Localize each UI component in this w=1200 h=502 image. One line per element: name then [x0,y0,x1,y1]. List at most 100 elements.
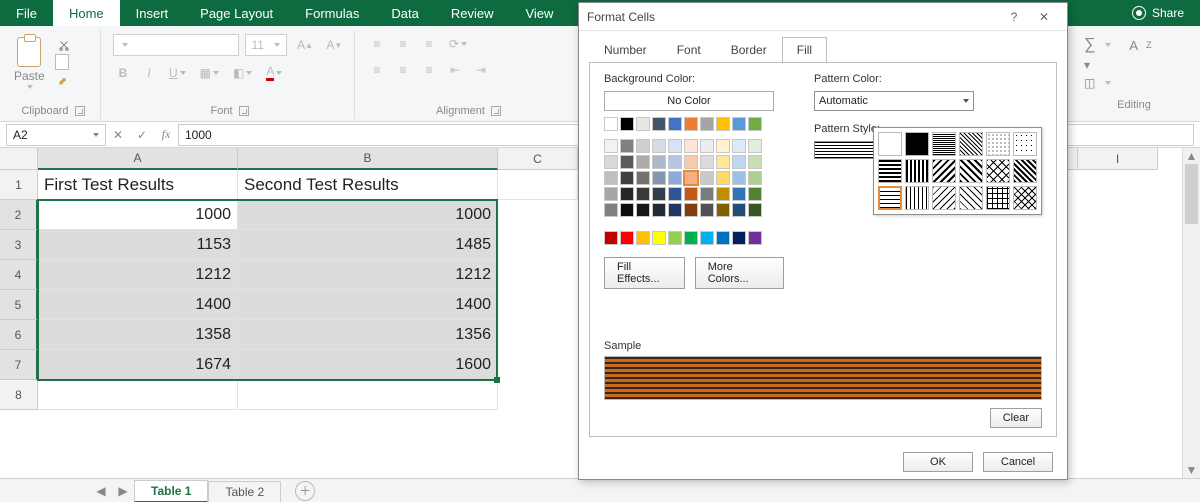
color-swatch[interactable] [604,171,618,185]
tab-view[interactable]: View [509,0,569,26]
align-middle-icon[interactable]: ≡ [393,34,413,54]
color-swatch[interactable] [732,117,746,131]
cell-a2[interactable]: 1000 [38,200,238,230]
color-swatch[interactable] [716,171,730,185]
color-swatch[interactable] [716,139,730,153]
color-swatch[interactable] [684,203,698,217]
color-swatch[interactable] [668,139,682,153]
sheet-tab-2[interactable]: Table 2 [208,481,281,502]
dlg-tab-font[interactable]: Font [662,37,716,62]
color-swatch[interactable] [700,187,714,201]
fill-button[interactable]: ▾ [1084,58,1184,72]
scroll-up-icon[interactable]: ▲ [1183,148,1200,164]
dlg-tab-border[interactable]: Border [716,37,782,62]
color-swatch[interactable] [652,155,666,169]
color-swatch[interactable] [748,203,762,217]
row-header-3[interactable]: 3 [0,230,38,260]
pattern-color-dropdown[interactable]: Automatic [814,91,974,111]
cell-a6[interactable]: 1358 [38,320,238,350]
clear-button[interactable]: Clear [990,408,1042,428]
pattern-vstripe[interactable] [905,159,929,183]
color-swatch[interactable] [748,155,762,169]
color-swatch[interactable] [668,203,682,217]
font-family-select[interactable] [113,34,239,56]
color-swatch[interactable] [636,203,650,217]
color-swatch[interactable] [620,139,634,153]
color-swatch[interactable] [668,155,682,169]
cell-b1[interactable]: Second Test Results [238,170,498,200]
cell-a8[interactable] [38,380,238,410]
cell-a3[interactable]: 1153 [38,230,238,260]
cell-a7[interactable]: 1674 [38,350,238,380]
clear-button[interactable]: ◫ [1084,76,1184,90]
row-header-4[interactable]: 4 [0,260,38,290]
cell-b6[interactable]: 1356 [238,320,498,350]
col-header-i[interactable]: I [1078,148,1158,170]
align-center-icon[interactable]: ≡ [393,60,413,80]
borders-button[interactable]: ▦ [196,63,223,83]
color-swatch[interactable] [732,155,746,169]
pattern-25gray[interactable] [959,132,983,156]
autosum-button[interactable]: ∑ AZ [1084,36,1184,54]
pattern-6gray[interactable] [1013,132,1037,156]
fill-color-button[interactable]: ◧ [229,63,256,83]
color-swatch[interactable] [716,117,730,131]
color-swatch[interactable] [620,155,634,169]
color-swatch[interactable] [732,187,746,201]
bold-button[interactable]: B [113,63,133,83]
tab-formulas[interactable]: Formulas [289,0,375,26]
color-swatch[interactable] [668,171,682,185]
cell-a4[interactable]: 1212 [38,260,238,290]
font-dialog-launcher[interactable] [239,106,249,116]
cell-b5[interactable]: 1400 [238,290,498,320]
pattern-50gray[interactable] [932,132,956,156]
color-swatch[interactable] [620,117,634,131]
standard-color-swatch[interactable] [716,231,730,245]
color-swatch[interactable] [620,171,634,185]
sheet-tab-1[interactable]: Table 1 [134,480,208,502]
copy-icon[interactable] [57,56,69,70]
cell-c1[interactable] [498,170,578,200]
dialog-titlebar[interactable]: Format Cells ? ✕ [579,3,1067,31]
color-swatch[interactable] [636,117,650,131]
select-all-corner[interactable] [0,148,38,170]
standard-color-swatch[interactable] [732,231,746,245]
row-header-6[interactable]: 6 [0,320,38,350]
color-swatch[interactable] [700,203,714,217]
pattern-rdiag[interactable] [932,159,956,183]
font-color-button[interactable]: A [262,62,286,83]
standard-color-swatch[interactable] [652,231,666,245]
cell-b3[interactable]: 1485 [238,230,498,260]
pattern-ldiag[interactable] [959,159,983,183]
row-header-1[interactable]: 1 [0,170,38,200]
standard-color-swatch[interactable] [684,231,698,245]
pattern-thin-hstripe[interactable] [878,186,902,210]
color-swatch[interactable] [684,117,698,131]
col-header-b[interactable]: B [238,148,498,170]
row-header-8[interactable]: 8 [0,380,38,410]
format-painter-icon[interactable] [57,74,71,88]
scroll-thumb[interactable] [1185,164,1198,224]
cancel-button[interactable]: Cancel [983,452,1053,472]
color-swatch[interactable] [716,187,730,201]
increase-indent-icon[interactable]: ⇥ [471,60,491,80]
color-swatch[interactable] [652,139,666,153]
color-swatch[interactable] [748,117,762,131]
formula-cancel-icon[interactable]: ✕ [106,122,130,147]
standard-color-swatch[interactable] [620,231,634,245]
row-header-5[interactable]: 5 [0,290,38,320]
more-colors-button[interactable]: More Colors... [695,257,784,289]
pattern-thin-diagcross[interactable] [1013,186,1037,210]
pattern-solid[interactable] [905,132,929,156]
cell-b2[interactable]: 1000 [238,200,498,230]
pattern-diagcross[interactable] [986,159,1010,183]
italic-button[interactable]: I [139,63,159,83]
color-swatch[interactable] [684,139,698,153]
align-right-icon[interactable]: ≡ [419,60,439,80]
sheet-nav-next[interactable]: ▶ [114,482,132,500]
color-swatch[interactable] [700,171,714,185]
color-swatch[interactable] [604,139,618,153]
row-header-7[interactable]: 7 [0,350,38,380]
color-swatch[interactable] [716,155,730,169]
color-swatch[interactable] [620,187,634,201]
